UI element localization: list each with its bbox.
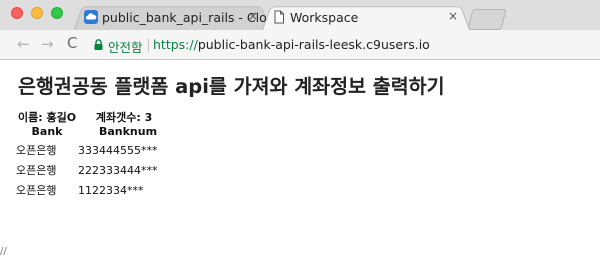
tab-workspace[interactable]: Workspace × <box>262 4 470 30</box>
column-header-bank: Bank <box>31 125 63 138</box>
banknum-cell: 1122334*** <box>78 183 144 197</box>
close-window-button[interactable] <box>11 7 23 19</box>
reload-icon[interactable]: C <box>67 34 77 52</box>
forward-arrow-icon[interactable]: → <box>41 35 54 53</box>
url-host-path: public-bank-api-rails-leesk.c9users.io <box>197 37 430 52</box>
tab-cloud9[interactable]: public_bank_api_rails - Cloud9 × <box>74 4 291 30</box>
banknum-cell: 222333444*** <box>78 163 158 177</box>
maximize-window-button[interactable] <box>51 7 63 19</box>
minimize-window-button[interactable] <box>31 7 43 19</box>
page-title: 은행권공동 플랫폼 api를 가져와 계좌정보 출력하기 <box>18 75 445 98</box>
page-icon <box>274 10 284 24</box>
accounts-table: Bank Banknum 오픈은행 333444555*** 오픈은행 2223… <box>16 123 178 200</box>
column-header-banknum: Banknum <box>98 125 158 138</box>
address-bar[interactable]: https://public-bank-api-rails-leesk.c9us… <box>153 37 430 52</box>
browser-toolbar: ← → C 안전함 https://public-bank-api-rails-… <box>0 30 600 60</box>
table-header-row: Bank Banknum <box>16 123 178 140</box>
table-row: 오픈은행 1122334*** <box>16 180 178 200</box>
banknum-cell: 333444555*** <box>78 143 158 157</box>
table-row: 오픈은행 222333444*** <box>16 160 178 180</box>
lock-icon <box>94 39 103 50</box>
secure-label[interactable]: 안전함 <box>108 37 143 56</box>
cloud9-icon <box>84 10 98 24</box>
table-row: 오픈은행 333444555*** <box>16 140 178 160</box>
browser-tab-strip: public_bank_api_rails - Cloud9 × Workspa… <box>0 0 600 30</box>
bank-cell: 오픈은행 <box>16 144 57 157</box>
address-separator <box>148 38 149 52</box>
page-content: 은행권공동 플랫폼 api를 가져와 계좌정보 출력하기 이름: 홍길O 계좌갯… <box>0 60 600 265</box>
new-tab-button[interactable] <box>467 9 507 30</box>
bank-cell: 오픈은행 <box>16 164 57 177</box>
bank-cell: 오픈은행 <box>16 184 57 197</box>
close-tab-icon[interactable]: × <box>248 9 258 23</box>
back-arrow-icon[interactable]: ← <box>17 35 30 53</box>
edge-mark: // <box>0 246 7 257</box>
close-tab-icon[interactable]: × <box>448 9 458 23</box>
tab-title: Workspace <box>290 10 359 25</box>
url-scheme: https:// <box>153 37 198 52</box>
